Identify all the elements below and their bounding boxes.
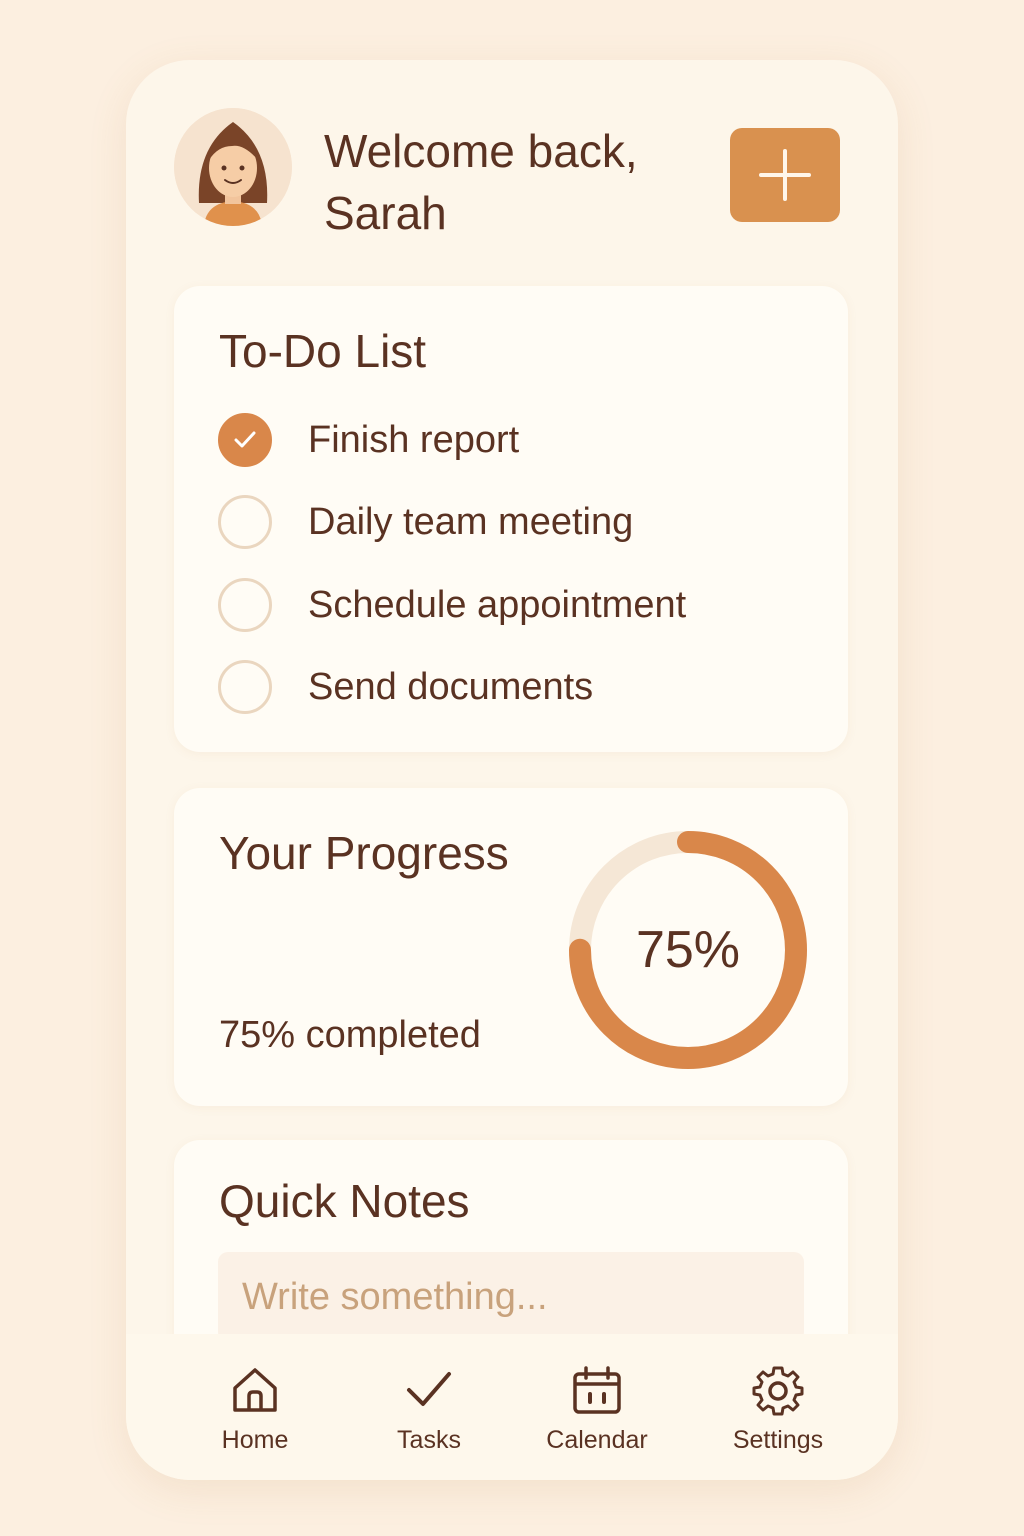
nav-tasks[interactable]: Tasks [354, 1364, 504, 1464]
progress-completed-text: 75% completed [219, 1014, 481, 1056]
home-icon [233, 1368, 277, 1412]
checkbox[interactable] [218, 660, 272, 714]
todo-item-send-documents[interactable]: Send documents [218, 657, 818, 717]
nav-calendar[interactable]: Calendar [522, 1364, 672, 1464]
todo-item-finish-report[interactable]: Finish report [218, 410, 818, 470]
todo-label: Daily team meeting [308, 500, 634, 543]
plus-icon [759, 149, 811, 201]
checkmark-icon [234, 431, 256, 448]
todo-title: To-Do List [219, 325, 427, 377]
nav-home[interactable]: Home [180, 1364, 330, 1464]
add-button[interactable] [730, 128, 840, 222]
nav-label: Calendar [546, 1426, 648, 1454]
welcome-line: Welcome back, [324, 125, 638, 177]
notes-title: Quick Notes [219, 1175, 470, 1227]
todo-label: Schedule appointment [308, 583, 687, 626]
check-icon [407, 1372, 451, 1406]
todo-label: Send documents [308, 665, 594, 708]
bottom-nav: Home Tasks Calendar Settings [126, 1334, 898, 1480]
notes-input[interactable] [218, 1252, 804, 1342]
todo-label: Finish report [308, 418, 520, 461]
nav-label: Settings [732, 1426, 824, 1454]
checkbox[interactable] [218, 578, 272, 632]
avatar[interactable] [174, 108, 292, 226]
calendar-icon [573, 1366, 621, 1414]
todo-item-daily-team-meeting[interactable]: Daily team meeting [218, 492, 818, 552]
welcome-heading: Welcome back, Sarah [324, 120, 724, 244]
nav-settings[interactable]: Settings [703, 1364, 853, 1464]
todo-item-schedule-appointment[interactable]: Schedule appointment [218, 575, 818, 635]
user-name: Sarah [324, 187, 447, 239]
app-screen: Welcome back, Sarah To-Do List Finish re… [126, 60, 898, 1480]
header: Welcome back, Sarah [174, 106, 840, 246]
checkbox-checked[interactable] [218, 413, 272, 467]
nav-label: Tasks [397, 1426, 461, 1454]
checkbox[interactable] [218, 495, 272, 549]
gear-icon [752, 1366, 804, 1416]
progress-card: Your Progress 75% completed 75% [174, 788, 848, 1106]
progress-title: Your Progress [219, 827, 509, 879]
progress-percent: 75% [635, 921, 741, 979]
nav-label: Home [221, 1426, 289, 1454]
todo-card: To-Do List Finish report Daily team meet… [174, 286, 848, 752]
